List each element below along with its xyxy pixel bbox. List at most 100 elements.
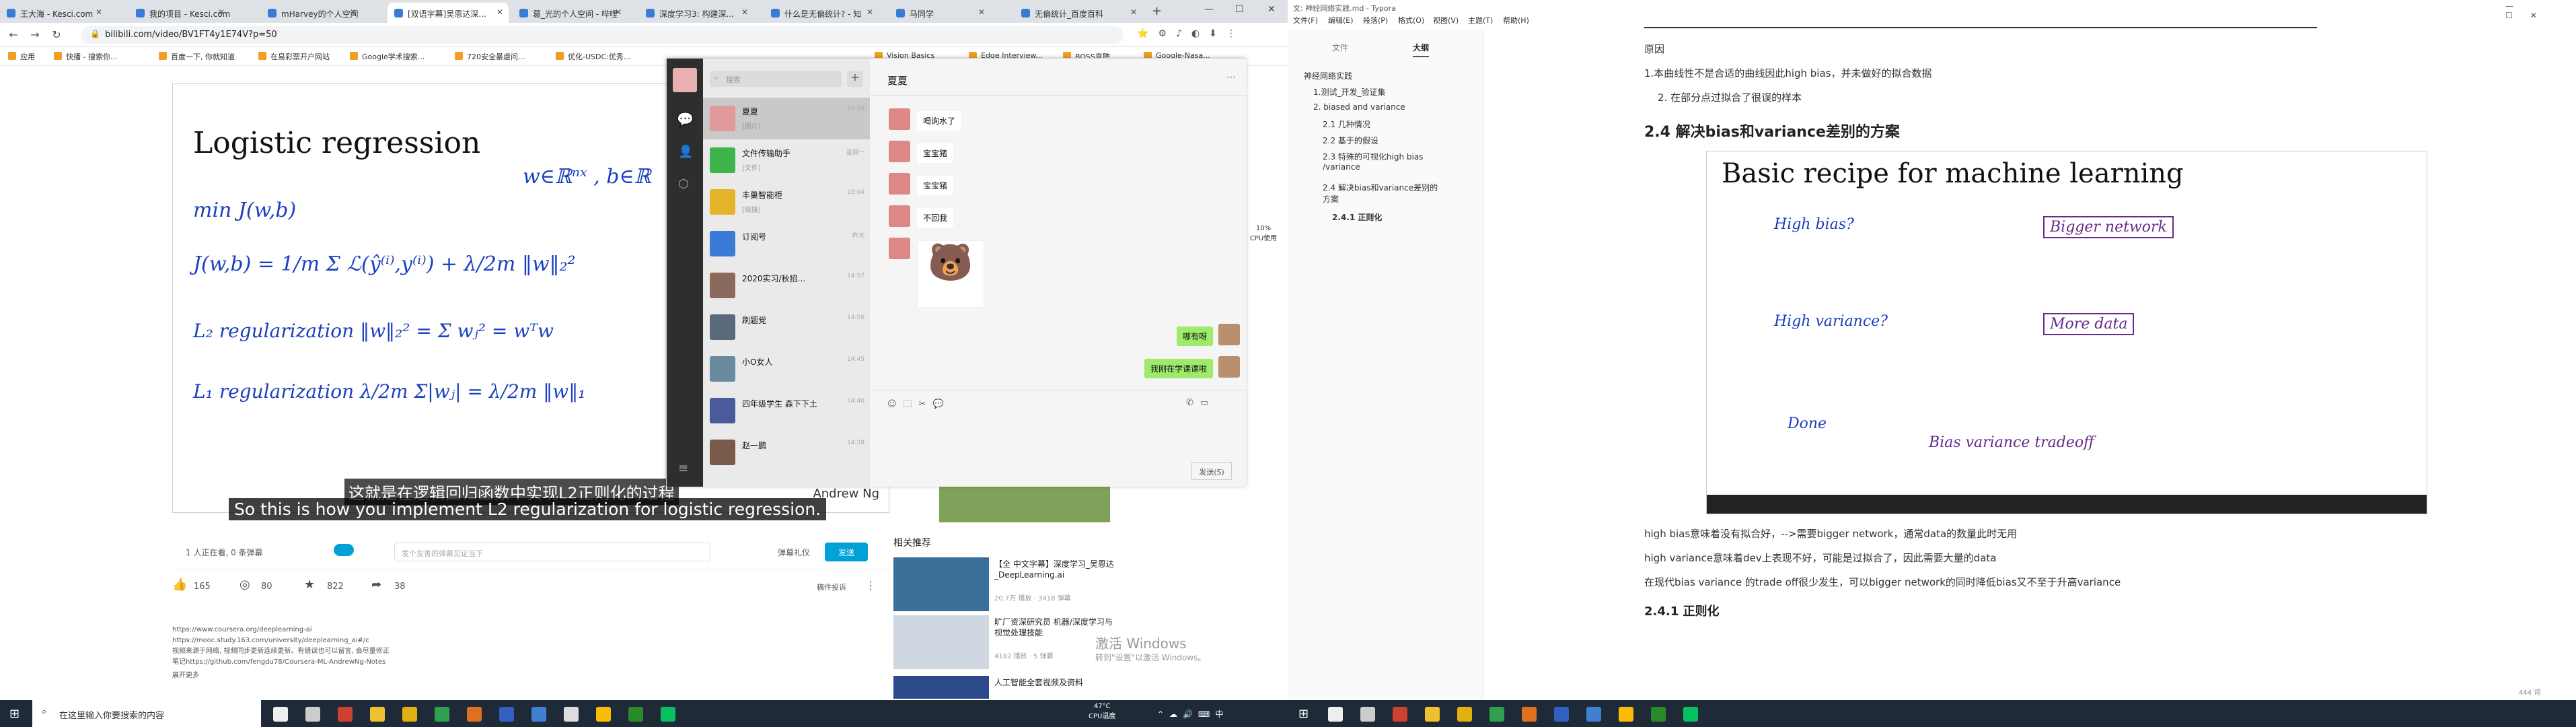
menu-file[interactable]: 文件(F) (1293, 15, 1318, 26)
send-button[interactable]: 发送(S) (1191, 462, 1232, 480)
close-icon[interactable]: ✕ (1130, 7, 1137, 17)
task-view-icon[interactable] (1360, 707, 1375, 722)
send-danmaku-button[interactable]: 发送 (825, 543, 868, 561)
menu-theme[interactable]: 主题(T) (1468, 15, 1493, 26)
chat-icon[interactable]: 💬 (677, 111, 694, 127)
app-icon[interactable] (1489, 707, 1504, 722)
favorite-icon[interactable]: ★ (304, 578, 315, 592)
browser-tab[interactable]: 深度学习3: 构建深... ✕ (639, 3, 753, 23)
chrome-icon[interactable] (596, 707, 611, 722)
chat-list-item[interactable]: 小O女人 14:45 (703, 348, 870, 390)
maximize-icon[interactable]: ☐ (1235, 4, 1244, 15)
related-thumbnail[interactable] (893, 615, 989, 669)
chat-list-item[interactable]: 刷题党 14:56 (703, 306, 870, 348)
close-icon[interactable]: ✕ (96, 7, 102, 17)
related-video-title[interactable]: 【全 中文字幕】深度学习_吴恩达_DeepLearning.ai (994, 559, 1115, 580)
share-icon[interactable]: ➦ (371, 578, 381, 592)
tab-outline[interactable]: 大纲 (1413, 42, 1430, 57)
outline-item[interactable]: 2. biased and variance (1313, 102, 1405, 112)
browser-tab[interactable]: 马同学 ✕ (889, 3, 990, 23)
folder-icon[interactable] (1425, 707, 1440, 722)
app-icon[interactable] (435, 707, 449, 722)
browser-tab[interactable]: 葛_光的个人空间 - 哔哩 ✕ (513, 3, 627, 23)
favorites-icon[interactable]: ⬡ (678, 177, 689, 191)
menu-view[interactable]: 视图(V) (1433, 15, 1459, 26)
close-icon[interactable]: ✕ (867, 7, 873, 17)
outline-item-active[interactable]: 2.4.1 正则化 (1332, 211, 1382, 223)
extension-icons[interactable]: ⭐⚙♪◐⬇⋮ (1137, 28, 1272, 42)
app-icon[interactable] (338, 707, 353, 722)
related-video-title[interactable]: 人工智能全套视频及资料 (994, 677, 1115, 688)
outline-item[interactable]: 2.1 几种情况 (1323, 118, 1370, 130)
menu-paragraph[interactable]: 段落(P) (1363, 15, 1388, 26)
browser-tab[interactable]: 无偏统计_百度百科 ✕ (1015, 3, 1142, 23)
message-bubble-self[interactable]: 我刚在学课课啦 (1144, 359, 1213, 378)
app-icon[interactable] (402, 707, 417, 722)
bookmark[interactable]: 在易彩票开户网站 (258, 51, 330, 62)
close-icon[interactable]: ✕ (978, 7, 985, 17)
related-video[interactable]: 人工智能全套视频及资料 (893, 676, 1230, 699)
browser-tab[interactable]: mHarvey的个人空间 ✕ (261, 3, 362, 23)
app-icon[interactable] (1522, 707, 1537, 722)
like-icon[interactable]: 👍 (172, 578, 187, 592)
sticker-image[interactable]: 🐻 (917, 240, 984, 308)
app-icon[interactable] (1457, 707, 1472, 722)
reload-icon[interactable]: ↻ (50, 28, 63, 42)
outline-item[interactable]: 2.3 特殊的可视化high bias /variance (1323, 151, 1444, 172)
chat-list-item[interactable]: 夏夏 [图片] 15:58 (703, 98, 870, 139)
app-icon[interactable] (1554, 707, 1569, 722)
browser-tab[interactable]: 王大海 - Kesci.com ✕ (0, 3, 108, 23)
app-icon[interactable] (1393, 707, 1407, 722)
expand-more-link[interactable]: 展开更多 (172, 670, 509, 681)
add-chat-button[interactable]: + (847, 71, 863, 87)
ad-banner-image[interactable] (939, 483, 1110, 522)
chat-list-item[interactable]: 丰巢智能柜 [链接] 15:04 (703, 181, 870, 223)
related-thumbnail[interactable] (893, 676, 989, 699)
bookmark[interactable]: 百度一下, 你就知道 (159, 51, 235, 62)
chat-list-item[interactable]: 赵一鹏 14:28 (703, 431, 870, 473)
description-line[interactable]: https://www.coursera.org/deeplearning-ai (172, 625, 509, 635)
url-input[interactable]: 🔒 bilibili.com/video/BV1FT4y1E74V?p=50 (81, 26, 1124, 44)
close-icon[interactable]: ✕ (741, 7, 748, 17)
chat-list-item[interactable]: 订阅号 昨天 (703, 223, 870, 265)
close-icon[interactable]: ✕ (496, 7, 503, 17)
app-icon[interactable] (467, 707, 482, 722)
close-icon[interactable]: ✕ (615, 7, 622, 17)
message-bubble-self[interactable]: 哪有呀 (1176, 326, 1213, 346)
menu-edit[interactable]: 编辑(E) (1328, 15, 1354, 26)
browser-tab-active[interactable]: [双语字幕]吴恩达深... ✕ (388, 3, 509, 23)
menu-format[interactable]: 格式(O) (1398, 15, 1424, 26)
bookmark[interactable]: Google学术搜索... (350, 51, 425, 62)
outline-item[interactable]: 2.4 解决bias和variance差别的方案 (1323, 182, 1444, 205)
danmaku-etiquette-link[interactable]: 弹幕礼仪 (778, 547, 810, 558)
back-icon[interactable]: ← (7, 28, 20, 42)
input-toolbar[interactable]: ☺🗀✂💬 (887, 398, 951, 413)
wechat-icon[interactable] (1683, 707, 1698, 722)
bookmark[interactable]: 应用 (8, 51, 35, 62)
bookmark[interactable]: 优化-USDC:优秀... (556, 51, 630, 62)
app-icon[interactable] (1651, 707, 1666, 722)
forward-icon[interactable]: → (28, 28, 42, 42)
description-line[interactable]: 笔记https://github.com/fengdu78/Coursera-M… (172, 657, 509, 668)
bookmark[interactable]: 720安全暴虐问... (455, 51, 525, 62)
close-icon[interactable]: ✕ (218, 7, 225, 17)
app-icon[interactable] (499, 707, 514, 722)
browser-tab[interactable]: 我的项目 - Kesci.com ✕ (129, 3, 230, 23)
description-line[interactable]: https://mooc.study.163.com/university/de… (172, 635, 509, 646)
outline-item[interactable]: 神经网络实践 (1304, 70, 1352, 81)
task-view-icon[interactable] (305, 707, 320, 722)
close-icon[interactable]: ✕ (350, 7, 357, 17)
chat-list-item[interactable]: 四年级学生 森下下土 14:40 (703, 390, 870, 431)
app-icon[interactable] (531, 707, 546, 722)
cortana-icon[interactable] (273, 707, 288, 722)
bookmark[interactable]: 快播 - 搜索你... (54, 51, 117, 62)
tray-icons[interactable]: ⌃☁🔊⌨中 (1157, 708, 1228, 720)
outline-item[interactable]: 2.2 基于的假设 (1323, 135, 1378, 146)
contacts-icon[interactable]: 👤 (678, 145, 693, 159)
report-link[interactable]: 稿件投诉 (817, 582, 846, 592)
coin-icon[interactable]: ◎ (240, 578, 250, 592)
more-icon[interactable]: ⋮ (865, 579, 876, 592)
close-window-icon[interactable]: ✕ (1267, 4, 1276, 15)
chat-list-item[interactable]: 文件传输助手 [文件] 星期一 (703, 139, 870, 181)
message-bubble[interactable]: 宝宝猪 (917, 176, 954, 195)
